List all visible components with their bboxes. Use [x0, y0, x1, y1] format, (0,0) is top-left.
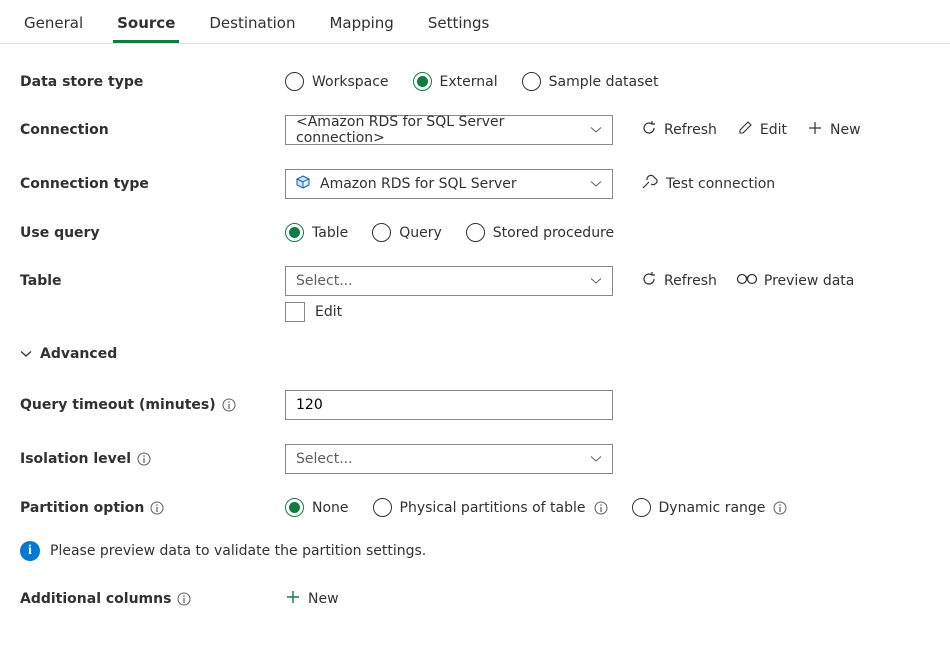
radio-query[interactable]: Query — [372, 223, 442, 242]
tab-mapping[interactable]: Mapping — [325, 6, 397, 43]
radio-query-label: Query — [399, 225, 442, 241]
radio-external[interactable]: External — [413, 72, 498, 91]
table-refresh-button[interactable]: Refresh — [641, 271, 717, 291]
tab-bar: General Source Destination Mapping Setti… — [0, 0, 950, 44]
refresh-icon — [641, 271, 657, 291]
connection-refresh-button[interactable]: Refresh — [641, 120, 717, 140]
partition-info-banner: i Please preview data to validate the pa… — [20, 541, 930, 561]
table-edit-checkbox[interactable] — [285, 302, 305, 322]
label-table: Table — [20, 273, 285, 289]
table-edit-label: Edit — [315, 304, 342, 320]
refresh-icon — [641, 120, 657, 140]
preview-data-label: Preview data — [764, 273, 854, 289]
test-connection-icon — [641, 174, 659, 194]
cube-icon — [296, 175, 310, 193]
radio-partition-dynamic[interactable]: Dynamic range — [632, 498, 788, 517]
connection-edit-label: Edit — [760, 122, 787, 138]
radio-stored-procedure[interactable]: Stored procedure — [466, 223, 614, 242]
edit-icon — [737, 120, 753, 140]
info-icon[interactable] — [137, 452, 151, 466]
radio-sample-label: Sample dataset — [549, 74, 659, 90]
info-filled-icon: i — [20, 541, 40, 561]
radio-external-label: External — [440, 74, 498, 90]
radio-partition-physical-label: Physical partitions of table — [400, 500, 586, 516]
partition-info-text: Please preview data to validate the part… — [50, 543, 426, 559]
connection-refresh-label: Refresh — [664, 122, 717, 138]
additional-columns-new-label: New — [308, 591, 339, 607]
tab-destination[interactable]: Destination — [205, 6, 299, 43]
radio-stored-procedure-label: Stored procedure — [493, 225, 614, 241]
radio-partition-physical[interactable]: Physical partitions of table — [373, 498, 608, 517]
chevron-down-icon — [590, 122, 602, 138]
connection-new-button[interactable]: New — [807, 120, 861, 140]
plus-icon — [807, 120, 823, 140]
chevron-down-icon — [590, 273, 602, 289]
label-isolation-level: Isolation level — [20, 451, 131, 467]
label-use-query: Use query — [20, 225, 285, 241]
label-connection: Connection — [20, 122, 285, 138]
label-query-timeout: Query timeout (minutes) — [20, 397, 216, 413]
connection-edit-button[interactable]: Edit — [737, 120, 787, 140]
info-icon[interactable] — [177, 592, 191, 606]
radio-workspace[interactable]: Workspace — [285, 72, 389, 91]
advanced-toggle[interactable]: Advanced — [20, 346, 930, 362]
tab-general[interactable]: General — [20, 6, 87, 43]
label-connection-type: Connection type — [20, 176, 285, 192]
label-additional-columns: Additional columns — [20, 591, 171, 607]
radio-table[interactable]: Table — [285, 223, 348, 242]
info-icon[interactable] — [150, 501, 164, 515]
radio-table-label: Table — [312, 225, 348, 241]
query-timeout-input[interactable] — [285, 390, 613, 420]
test-connection-label: Test connection — [666, 176, 775, 192]
info-icon[interactable] — [773, 501, 787, 515]
radio-partition-dynamic-label: Dynamic range — [659, 500, 766, 516]
table-dropdown[interactable]: Select... — [285, 266, 613, 296]
chevron-down-icon — [20, 346, 32, 362]
info-icon[interactable] — [594, 501, 608, 515]
tab-source[interactable]: Source — [113, 6, 179, 43]
preview-data-button[interactable]: Preview data — [737, 273, 854, 289]
chevron-down-icon — [590, 451, 602, 467]
radio-partition-none-label: None — [312, 500, 349, 516]
table-refresh-label: Refresh — [664, 273, 717, 289]
connection-type-dropdown[interactable]: Amazon RDS for SQL Server — [285, 169, 613, 199]
connection-dropdown[interactable]: <Amazon RDS for SQL Server connection> — [285, 115, 613, 145]
connection-type-value: Amazon RDS for SQL Server — [320, 176, 517, 192]
isolation-level-placeholder: Select... — [296, 451, 353, 467]
preview-icon — [737, 273, 757, 289]
tab-settings[interactable]: Settings — [424, 6, 494, 43]
table-dropdown-placeholder: Select... — [296, 273, 353, 289]
radio-sample-dataset[interactable]: Sample dataset — [522, 72, 659, 91]
chevron-down-icon — [590, 176, 602, 192]
test-connection-button[interactable]: Test connection — [641, 174, 775, 194]
radio-workspace-label: Workspace — [312, 74, 389, 90]
plus-icon — [285, 589, 301, 609]
label-data-store-type: Data store type — [20, 74, 285, 90]
connection-dropdown-value: <Amazon RDS for SQL Server connection> — [296, 114, 582, 146]
label-partition-option: Partition option — [20, 500, 144, 516]
isolation-level-dropdown[interactable]: Select... — [285, 444, 613, 474]
radio-partition-none[interactable]: None — [285, 498, 349, 517]
advanced-toggle-label: Advanced — [40, 346, 117, 362]
info-icon[interactable] — [222, 398, 236, 412]
connection-new-label: New — [830, 122, 861, 138]
additional-columns-new-button[interactable]: New — [285, 589, 339, 609]
